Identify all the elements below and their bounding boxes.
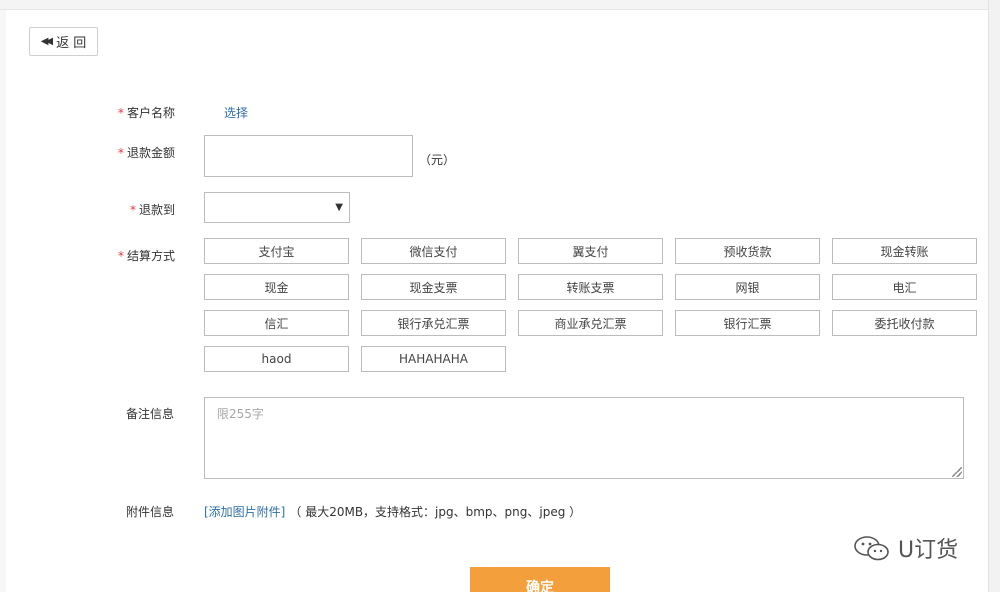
watermark: U订货 (852, 532, 958, 564)
attachment-label: 附件信息 (126, 505, 175, 519)
settlement-option[interactable]: 现金 (204, 274, 349, 300)
amount-label-text: 退款金额 (127, 146, 176, 160)
customer-select-link[interactable]: 选择 (224, 104, 248, 121)
left-edge (0, 10, 6, 592)
confirm-button[interactable]: 确定 (470, 567, 610, 592)
wechat-icon (854, 536, 889, 561)
amount-unit: （元） (419, 153, 456, 167)
settlement-option[interactable]: 银行承兑汇票 (361, 310, 506, 336)
watermark-text: U订货 (898, 538, 959, 563)
settlement-option[interactable]: 商业承兑汇票 (518, 310, 663, 336)
settlement-option[interactable]: 微信支付 (361, 238, 506, 264)
settlement-option[interactable]: 转账支票 (518, 274, 663, 300)
settlement-option[interactable]: 现金转账 (832, 238, 977, 264)
attachment-hint: （ 最大20MB，支持格式：jpg、bmp、png、jpeg ） (289, 505, 582, 519)
required-mark: * (118, 106, 124, 120)
refund-amount-input[interactable] (204, 135, 413, 177)
caret-down-icon: ▼ (335, 202, 343, 213)
attachment-row: [添加图片附件] （ 最大20MB，支持格式：jpg、bmp、png、jpeg ） (204, 503, 581, 520)
settlement-option[interactable]: 银行汇票 (675, 310, 820, 336)
refund-to-select[interactable]: ▼ (204, 192, 350, 223)
resize-handle-icon[interactable] (952, 467, 962, 477)
customer-label-text: 客户名称 (127, 106, 176, 120)
settlement-option[interactable]: 现金支票 (361, 274, 506, 300)
settlement-label-text: 结算方式 (127, 249, 176, 263)
back-button-label: 返 回 (56, 36, 87, 51)
settlement-option[interactable]: 委托收付款 (832, 310, 977, 336)
settlement-option[interactable]: 信汇 (204, 310, 349, 336)
remark-textarea[interactable] (204, 397, 964, 479)
settlement-option[interactable]: 支付宝 (204, 238, 349, 264)
required-mark: * (130, 203, 136, 217)
add-image-attachment-link[interactable]: [添加图片附件] (204, 505, 285, 519)
settlement-option[interactable]: 网银 (675, 274, 820, 300)
refund-to-label-text: 退款到 (139, 203, 176, 217)
settlement-option[interactable]: 电汇 (832, 274, 977, 300)
required-mark: * (118, 249, 124, 263)
settlement-label: * 结算方式 (118, 247, 175, 264)
settlement-option[interactable]: haod (204, 346, 349, 372)
settlement-options: 支付宝 微信支付 翼支付 预收货款 现金转账 现金 现金支票 转账支票 网银 电… (204, 238, 980, 372)
settlement-option[interactable]: 翼支付 (518, 238, 663, 264)
required-mark: * (118, 146, 124, 160)
settlement-option[interactable]: 预收货款 (675, 238, 820, 264)
settlement-option[interactable]: HAHAHAHA (361, 346, 506, 372)
refund-to-label: * 退款到 (130, 201, 175, 218)
top-strip (0, 0, 1000, 10)
customer-label: * 客户名称 (118, 104, 175, 121)
double-left-arrow-icon: ◀◀ (40, 36, 54, 47)
remark-label: 备注信息 (126, 407, 175, 421)
back-button[interactable]: ◀◀ 返 回 (29, 27, 98, 56)
right-scroll-edge (988, 0, 1000, 592)
amount-label: * 退款金额 (118, 144, 175, 161)
